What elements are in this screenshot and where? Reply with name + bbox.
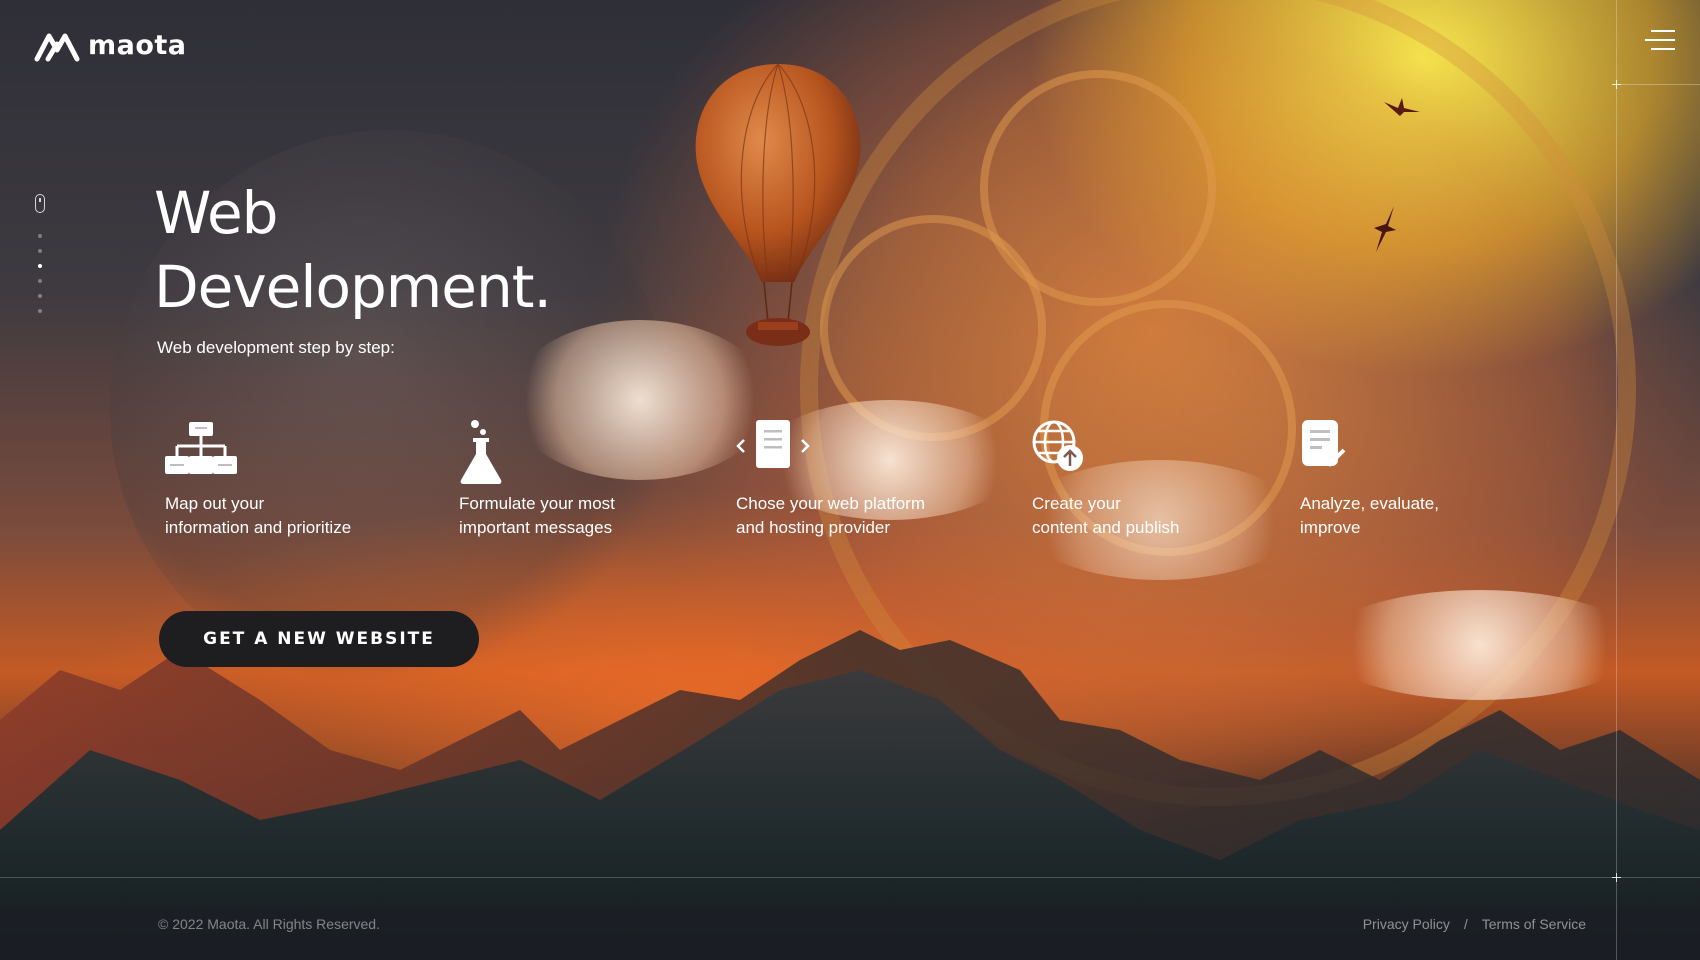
footer-copyright: © 2022 Maota. All Rights Reserved.	[158, 916, 380, 932]
step-text-line2: important messages	[459, 518, 613, 537]
steps-list: Map out your information and prioritize …	[0, 420, 1600, 560]
footer-links: Privacy Policy / Terms of Service	[1363, 916, 1586, 932]
step-text-line1: Create your	[1032, 494, 1121, 513]
frame-vertical-line	[1616, 0, 1617, 960]
frame-horizontal-line	[0, 877, 1700, 878]
step-item: Create your content and publish	[1032, 420, 1272, 540]
step-text-line2: information and prioritize	[165, 518, 352, 537]
globe-upload-icon	[1032, 420, 1083, 471]
hero-subtitle: Web development step by step:	[157, 338, 395, 357]
page-title: Web Development.	[154, 176, 552, 324]
mountains-illustration	[0, 630, 1700, 960]
step-item: Chose your web platform and hosting prov…	[736, 420, 976, 540]
step-item: Formulate your most important messages	[459, 420, 699, 540]
step-text-line1: Map out your	[165, 494, 265, 513]
document-check-icon	[1302, 420, 1346, 467]
step-text-line2: improve	[1300, 518, 1361, 537]
bird-icon	[1384, 98, 1420, 116]
frame-horizontal-line	[1616, 84, 1700, 85]
hamburger-menu-icon[interactable]	[1645, 30, 1675, 52]
step-text-line2: content and publish	[1032, 518, 1180, 537]
brand-name: maota	[88, 29, 187, 61]
brand-logo[interactable]: maota	[34, 28, 187, 62]
section-pager	[38, 234, 42, 313]
document-code-icon	[736, 420, 810, 468]
terms-of-service-link[interactable]: Terms of Service	[1482, 916, 1586, 932]
plus-marker-icon	[1612, 80, 1621, 89]
footer-separator: /	[1463, 916, 1468, 932]
step-item: Map out your information and prioritize	[165, 420, 405, 540]
pager-dot[interactable]	[38, 309, 42, 313]
page-title-line1: Web	[154, 179, 278, 247]
page-title-line2: Development.	[154, 253, 552, 321]
step-text-line2: and hosting provider	[736, 518, 891, 537]
pager-dot-active[interactable]	[38, 264, 42, 268]
step-text-line1: Analyze, evaluate,	[1300, 494, 1439, 513]
hot-air-balloon-illustration	[695, 63, 861, 346]
step-text-line1: Chose your web platform	[736, 494, 925, 513]
pager-dot[interactable]	[38, 234, 42, 238]
bird-icon	[1374, 206, 1396, 252]
plus-marker-icon	[1612, 873, 1621, 882]
step-item: Analyze, evaluate, improve	[1300, 420, 1540, 540]
step-text-line1: Formulate your most	[459, 494, 615, 513]
privacy-policy-link[interactable]: Privacy Policy	[1363, 916, 1450, 932]
get-new-website-button[interactable]: GET A NEW WEBSITE	[159, 611, 479, 667]
maota-logo-icon	[34, 33, 80, 62]
pager-dot[interactable]	[38, 249, 42, 253]
flask-icon	[460, 420, 502, 484]
mouse-scroll-icon	[35, 194, 45, 213]
pager-dot[interactable]	[38, 294, 42, 298]
sitemap-icon	[165, 422, 237, 474]
pager-dot[interactable]	[38, 279, 42, 283]
